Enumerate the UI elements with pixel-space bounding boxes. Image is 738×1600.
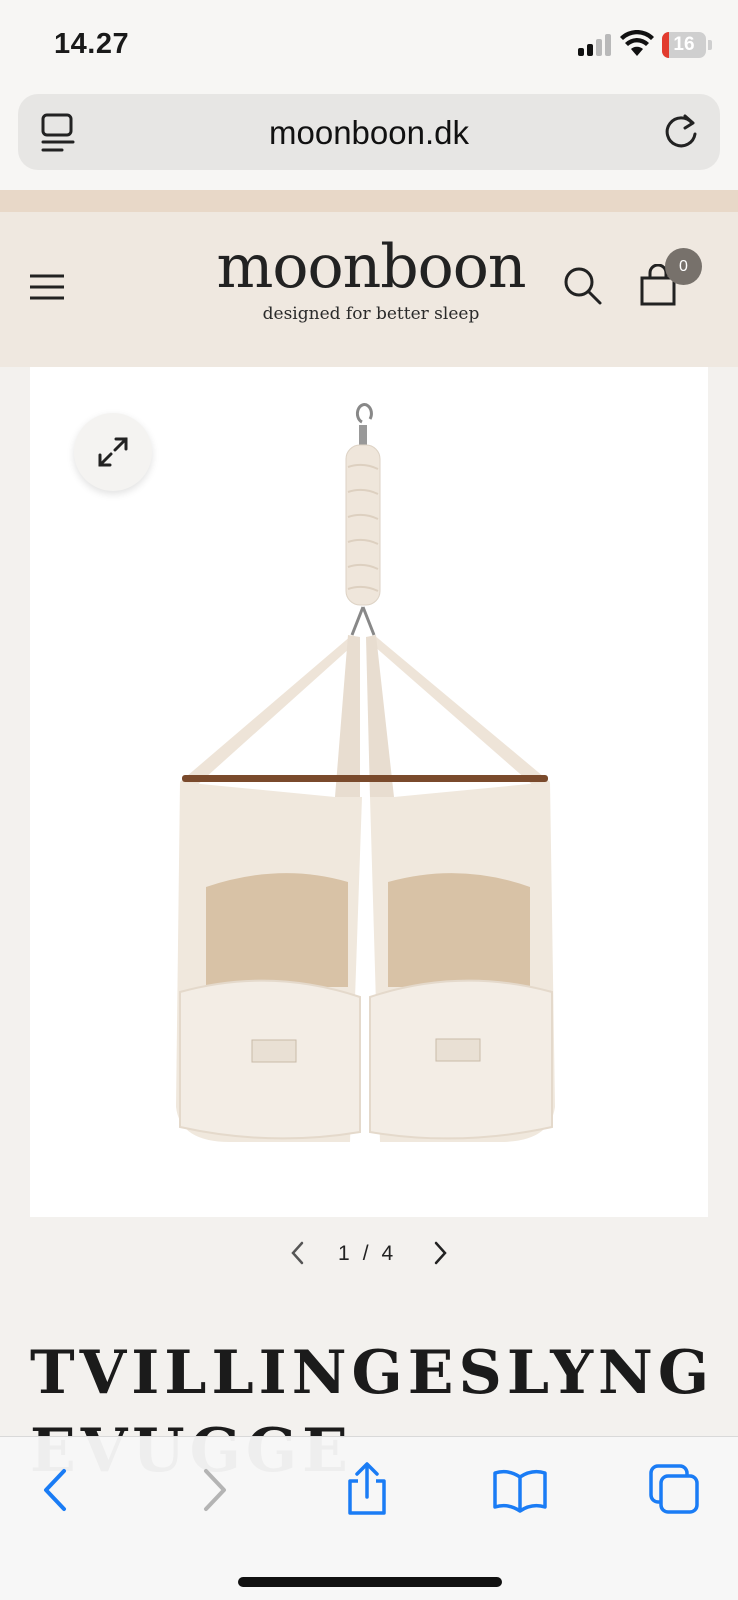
browser-address-area: moonboon.dk: [0, 92, 738, 190]
home-indicator: [238, 1577, 502, 1587]
battery-cap: [708, 40, 712, 50]
page-indicator: 1 / 4: [332, 1242, 400, 1266]
cart-count-badge[interactable]: 0: [665, 248, 702, 285]
status-bar: 14.27 16: [0, 0, 738, 92]
logo-wordmark: moonboon: [216, 232, 526, 302]
browser-toolbar: [0, 1436, 738, 1600]
hamburger-menu-icon[interactable]: [29, 274, 65, 300]
expand-image-button[interactable]: [74, 413, 152, 491]
site-header: moonboon designed for better sleep 0: [0, 212, 738, 367]
product-image: [176, 403, 555, 1142]
chevron-right-icon[interactable]: [430, 1240, 450, 1266]
current-page: 1: [338, 1242, 351, 1265]
expand-icon: [98, 437, 128, 467]
wifi-icon: [620, 30, 654, 56]
tabs-icon[interactable]: [648, 1463, 700, 1515]
address-bar[interactable]: moonboon.dk: [18, 94, 720, 170]
promo-strip: [0, 190, 738, 212]
gallery-pager: 1 / 4: [0, 1236, 738, 1276]
battery-icon: 16: [662, 32, 706, 58]
url-text[interactable]: moonboon.dk: [18, 114, 720, 152]
bookmarks-icon[interactable]: [492, 1467, 548, 1513]
logo-tagline: designed for better sleep: [262, 304, 480, 324]
search-icon[interactable]: [563, 266, 603, 306]
page-separator: /: [362, 1242, 370, 1265]
cellular-signal-icon: [578, 34, 611, 56]
chevron-left-icon[interactable]: [288, 1240, 308, 1266]
back-icon[interactable]: [38, 1467, 74, 1513]
site-logo[interactable]: moonboon designed for better sleep: [210, 232, 532, 324]
battery-level: 16: [673, 34, 695, 55]
share-icon[interactable]: [344, 1461, 390, 1517]
reload-icon[interactable]: [662, 113, 700, 151]
total-pages: 4: [381, 1242, 395, 1265]
product-image-gallery[interactable]: [30, 367, 708, 1217]
status-time: 14.27: [54, 28, 130, 60]
forward-icon[interactable]: [196, 1467, 232, 1513]
